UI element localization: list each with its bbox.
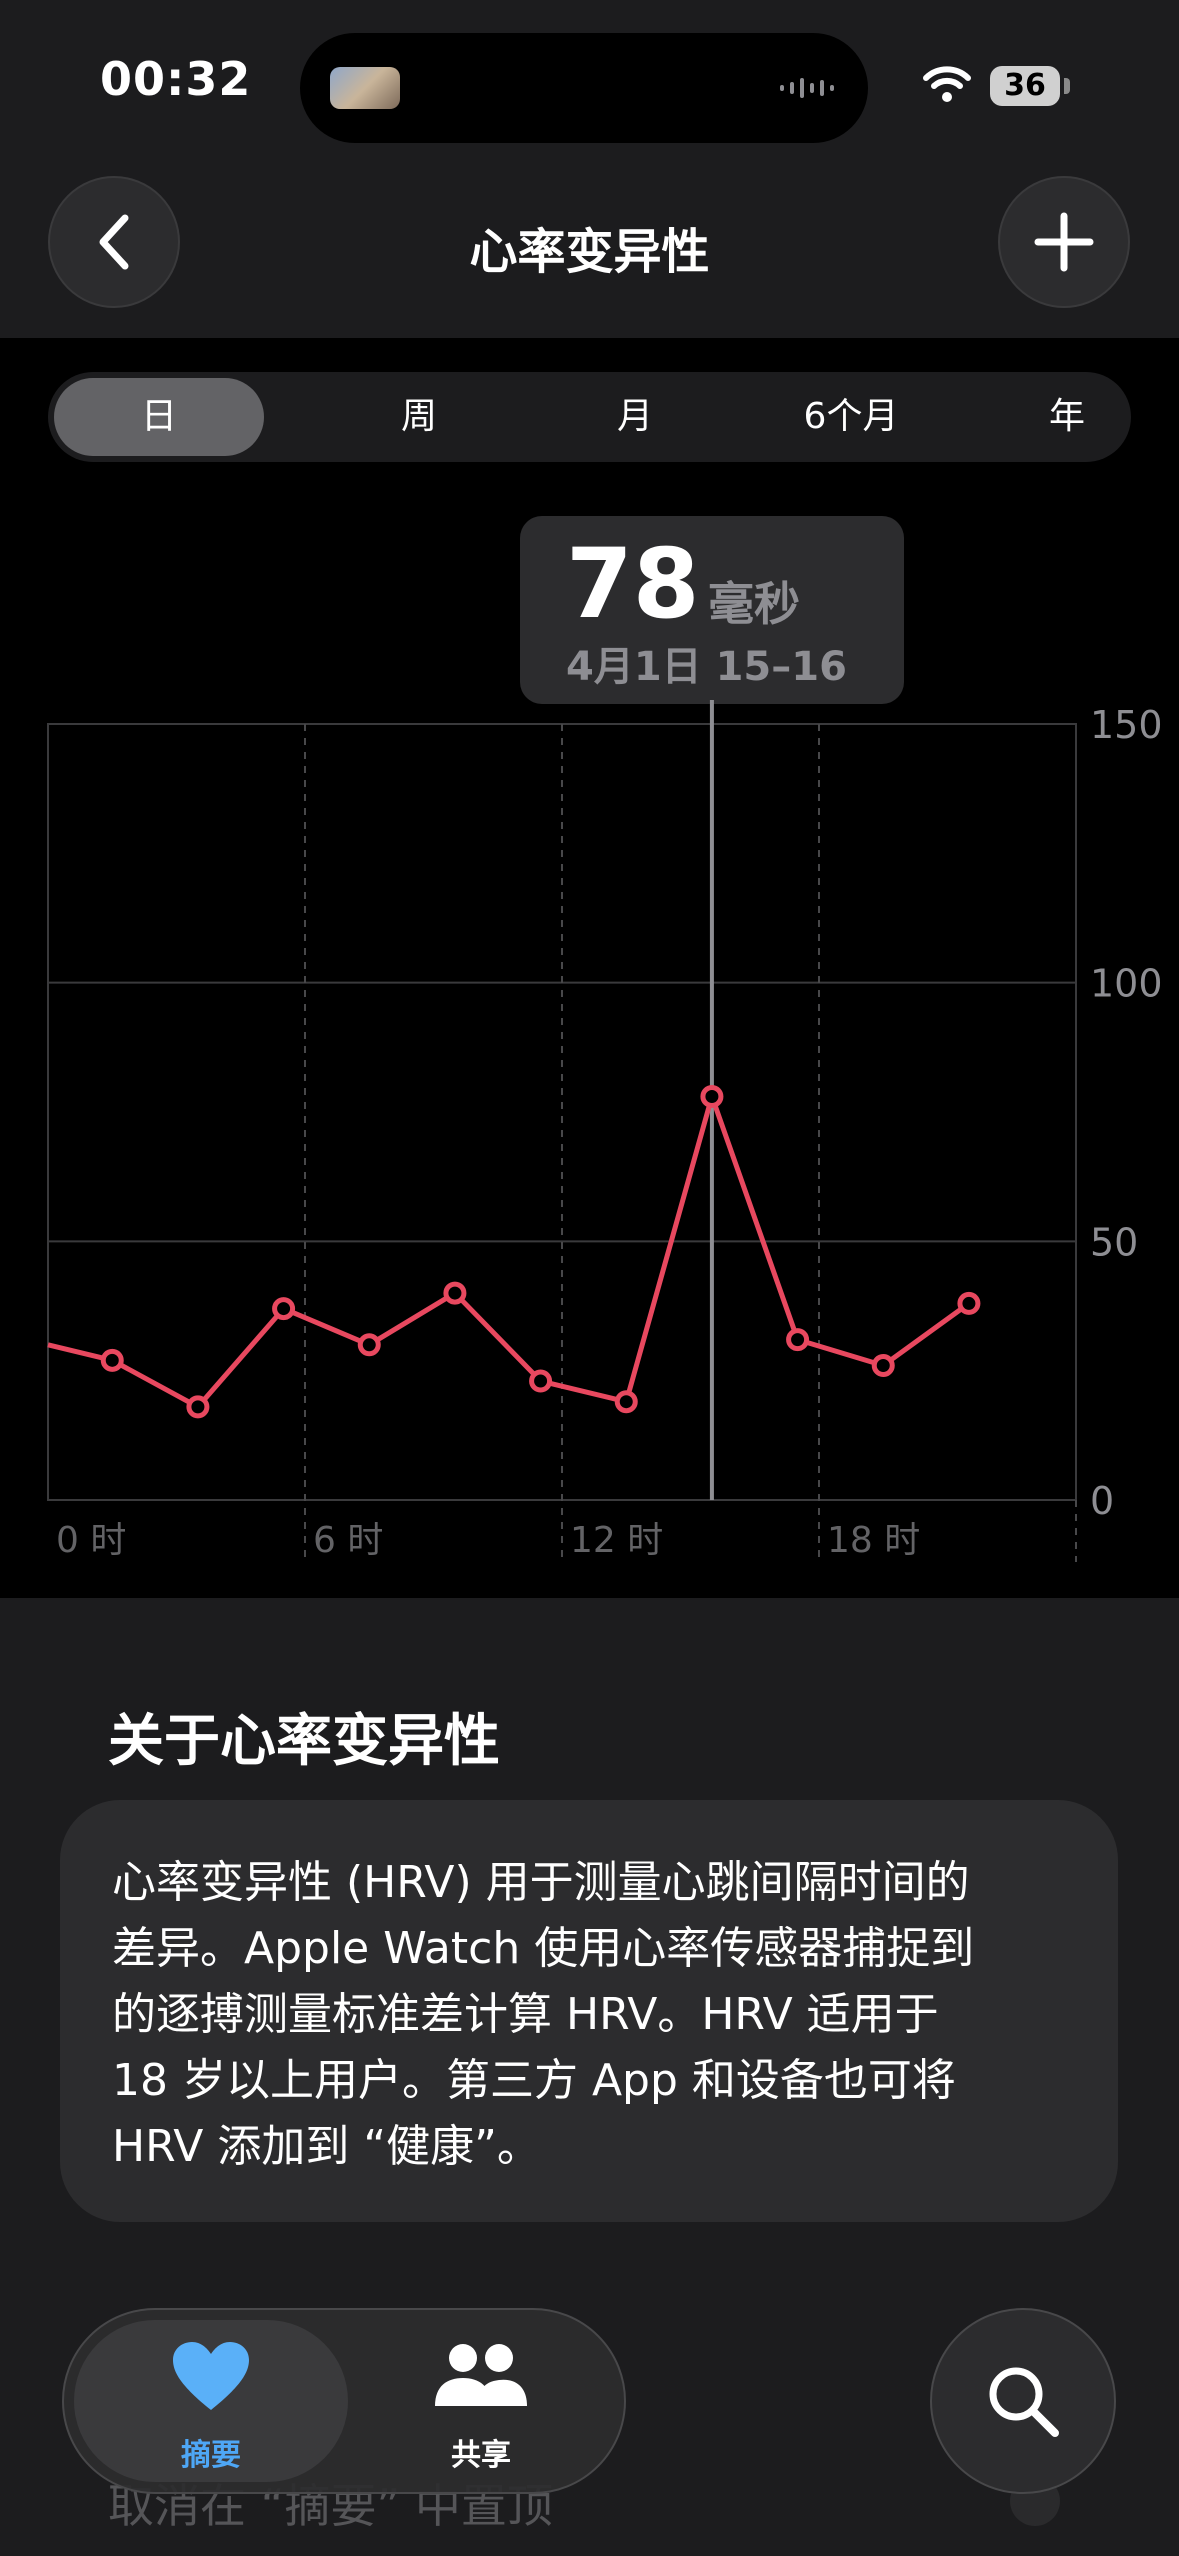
segment-day[interactable]: 日	[54, 378, 264, 456]
battery-nub	[1064, 78, 1070, 94]
x-tick-label: 0 时	[56, 1520, 126, 1561]
wifi-icon	[923, 66, 971, 102]
hrv-data-point	[614, 1390, 638, 1414]
search-button[interactable]	[930, 2308, 1116, 2494]
time-range-selector: 日 周 月 6个月 年	[48, 372, 1131, 462]
status-time: 00:32	[100, 52, 252, 106]
about-line: HRV 添加到 “健康”。	[112, 2121, 541, 2172]
about-line: 心率变异性 (HRV) 用于测量心跳间隔时间的	[112, 1857, 970, 1908]
hrv-series-line	[47, 1093, 971, 1410]
hrv-data-point	[100, 1348, 124, 1372]
chart-panel: 日 周 月 6个月 年 78 毫秒 4月1日 15–16 150 100 50 0 0 …	[0, 338, 1179, 1598]
hrv-data-point	[186, 1395, 210, 1419]
about-line: 差异。Apple Watch 使用心率传感器捕捉到	[112, 1923, 975, 1974]
y-tick-label: 150	[1090, 703, 1163, 747]
x-tick-label: 6 时	[313, 1520, 383, 1561]
tooltip-value: 78	[566, 528, 700, 640]
people-icon	[435, 2344, 527, 2406]
plus-icon	[1034, 212, 1094, 272]
y-tick-label: 0	[1090, 1479, 1114, 1523]
about-heading: 关于心率变异性	[108, 1709, 500, 1774]
hrv-data-point	[786, 1328, 810, 1352]
x-tick-label: 12 时	[570, 1520, 663, 1561]
segment-6-months[interactable]: 6个月	[746, 378, 956, 456]
tab-sharing[interactable]: 共享	[344, 2320, 618, 2482]
dynamic-island[interactable]	[300, 33, 868, 143]
hrv-data-point	[700, 1084, 724, 1108]
tab-summary[interactable]: 摘要	[74, 2320, 348, 2482]
hrv-data-point	[443, 1281, 467, 1305]
search-icon	[989, 2367, 1059, 2437]
tooltip-unit: 毫秒	[708, 577, 800, 631]
hrv-line-chart[interactable]: 150 100 50 0 0 时 6 时 12 时 18 时	[0, 700, 1179, 1566]
hrv-data-point	[529, 1369, 553, 1393]
tab-bar: 摘要 共享	[62, 2308, 626, 2494]
tab-summary-label: 摘要	[181, 2438, 241, 2473]
selection-tooltip: 78 毫秒 4月1日 15–16	[520, 516, 904, 704]
hrv-data-point	[357, 1333, 381, 1357]
hrv-data-point	[957, 1291, 981, 1315]
about-line: 18 岁以上用户。第三方 App 和设备也可将	[112, 2055, 956, 2106]
x-tick-label: 18 时	[827, 1520, 920, 1561]
segment-month[interactable]: 月	[530, 378, 740, 456]
hrv-data-point	[272, 1297, 296, 1321]
tab-sharing-label: 共享	[451, 2438, 511, 2473]
y-tick-label: 100	[1090, 962, 1163, 1006]
battery-indicator: 36	[990, 66, 1060, 106]
y-tick-label: 50	[1090, 1220, 1138, 1264]
about-line: 的逐搏测量标准差计算 HRV。HRV 适用于	[112, 1989, 939, 2040]
media-thumbnail	[330, 67, 400, 109]
screen: 00:32 36 心率变异性 日 周 月 6个月 年 78 毫秒 4月1日 15…	[0, 0, 1179, 2556]
add-data-button[interactable]	[998, 176, 1130, 308]
tooltip-date: 4月1日 15–16	[566, 644, 847, 690]
segment-year[interactable]: 年	[962, 378, 1172, 456]
about-card: 心率变异性 (HRV) 用于测量心跳间隔时间的 差异。Apple Watch 使…	[60, 1800, 1118, 2222]
segment-week[interactable]: 周	[314, 378, 524, 456]
hrv-data-point	[871, 1353, 895, 1377]
heart-icon	[173, 2342, 249, 2410]
audio-wave-icon	[780, 78, 834, 98]
